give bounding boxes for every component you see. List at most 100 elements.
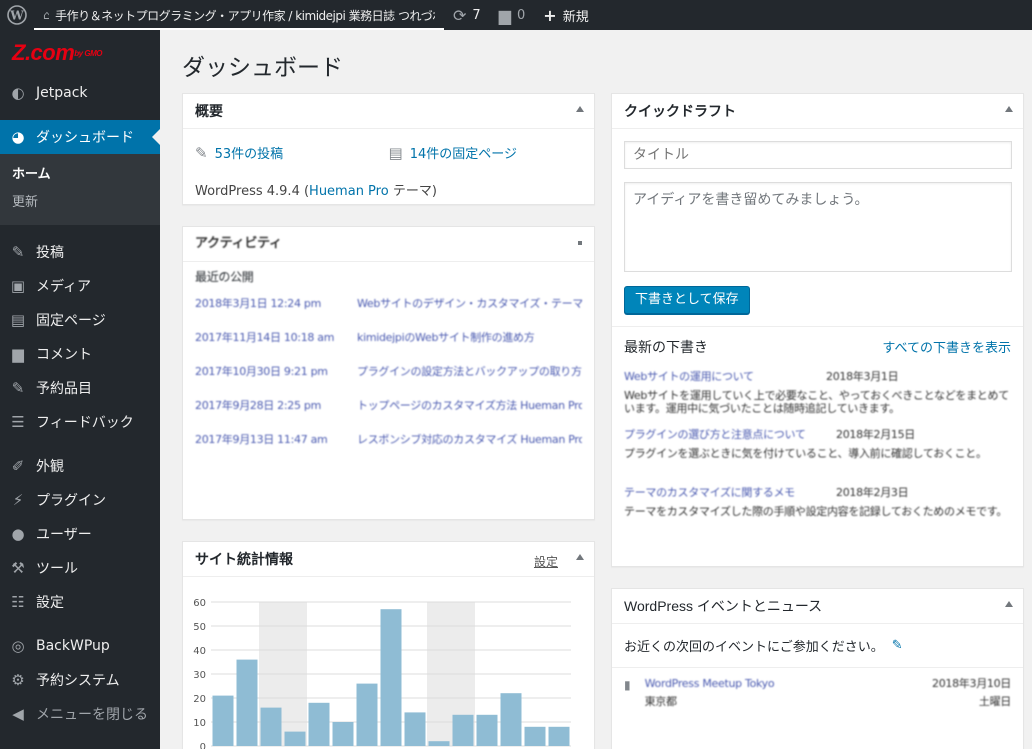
widget-title: サイト統計情報 — [195, 552, 293, 568]
menu-item-plugins[interactable]: ⚡ プラグイン — [0, 483, 160, 517]
updates-link[interactable]: ⟳ 7 — [444, 0, 490, 30]
y-tick-label: 20 — [193, 694, 206, 705]
brand-logo[interactable]: Z.com by GMO — [0, 30, 160, 76]
event-icon: ▮ — [624, 678, 631, 692]
page-icon: ▤ — [388, 143, 403, 162]
view-all-drafts-link[interactable]: すべての下書きを表示 — [882, 337, 1011, 357]
toggle-arrow-icon[interactable] — [576, 554, 584, 560]
draft-title-link[interactable]: プラグインの選び方と注意点について — [624, 429, 824, 441]
widget-header[interactable]: アクティビティ — [183, 227, 594, 262]
menu-item-media[interactable]: ▣ メディア — [0, 269, 160, 303]
user-icon: ● — [11, 525, 25, 543]
save-draft-button[interactable]: 下書きとして保存 — [624, 286, 750, 314]
pages-count-link[interactable]: ▤ 14件の固定ページ — [388, 143, 583, 163]
feedback-icon: ☰ — [11, 413, 25, 431]
activity-date: 2017年9月28日 2:25 pm — [195, 400, 321, 412]
stat-bar — [500, 693, 522, 746]
menu-item-pages[interactable]: ▤ 固定ページ — [0, 303, 160, 337]
activity-post-link[interactable]: kimidejpiのWebサイト制作の進め方 — [357, 332, 582, 344]
event-place: 東京都 — [644, 696, 677, 708]
wordpress-logo-icon[interactable]: W — [0, 0, 34, 30]
menu-item-comments[interactable]: ▆ コメント — [0, 337, 160, 371]
menu-item-users[interactable]: ● ユーザー — [0, 517, 160, 551]
draft-title-link[interactable]: Webサイトの運用について — [624, 371, 814, 383]
posts-count-link[interactable]: ✎ 53件の投稿 — [195, 143, 389, 163]
draft-date: 2018年3月1日 — [826, 371, 899, 383]
comment-icon: ▆ — [498, 5, 511, 25]
widget-header[interactable]: 概要 — [183, 94, 594, 129]
stat-bar — [404, 712, 426, 746]
menu-item-posts[interactable]: ✎ 投稿 — [0, 235, 160, 269]
submenu-item-updates[interactable]: 更新 — [0, 189, 160, 217]
activity-row: 2017年11月14日 10:18 am kimidejpiのWebサイト制作の… — [195, 332, 582, 344]
admin-bar: W ⌂ 手作り＆ネットプログラミング・アプリ作家 / kimidejpi 業務日… — [0, 0, 1032, 30]
y-tick-label: 60 — [193, 598, 206, 609]
toggle-arrow-icon[interactable] — [1005, 601, 1013, 607]
menu-item-tools[interactable]: ⚒ ツール — [0, 551, 160, 585]
menu-item-backwpup[interactable]: ◎ BackWPup — [0, 629, 160, 663]
pin-icon: ✎ — [195, 143, 208, 162]
widget-header[interactable]: サイト統計情報 設定 — [183, 542, 594, 577]
draft-item: テーマのカスタマイズに関するメモ 2018年2月3日 テーマをカスタマイズした際… — [624, 487, 1011, 531]
site-name-text: 手作り＆ネットプログラミング・アプリ作家 / kimidejpi 業務日誌 つれ… — [55, 8, 435, 23]
activity-post-link[interactable]: Webサイトのデザイン・カスタマイズ・テーマ関連の情報まとめ — [357, 298, 582, 310]
draft-content-textarea[interactable]: アイディアを書き留めてみましょう。 — [624, 182, 1012, 272]
menu-label: コメント — [36, 347, 92, 363]
settings-icon: ☷ — [11, 593, 25, 611]
version-suffix: テーマ) — [388, 184, 437, 199]
stat-bar — [284, 731, 306, 746]
menu-label: 外観 — [36, 459, 64, 475]
quick-draft-widget: クイックドラフト アイディアを書き留めてみましょう。 下書きとして保存 最新の下… — [611, 93, 1024, 567]
menu-label: ユーザー — [36, 527, 92, 543]
menu-item-appearance[interactable]: ✐ 外観 — [0, 449, 160, 483]
jetpack-icon: ◐ — [11, 84, 25, 102]
edit-location-icon[interactable]: ✎ — [892, 638, 903, 653]
at-a-glance-widget: 概要 ✎ 53件の投稿 ▤ 14件の固定ページ WordPress 4.9.4 … — [182, 93, 595, 205]
stats-settings-link[interactable]: 設定 — [534, 553, 558, 570]
activity-date: 2018年3月1日 12:24 pm — [195, 298, 321, 310]
menu-item-reservations[interactable]: ✎ 予約品目 — [0, 371, 160, 405]
menu-label: Jetpack — [36, 85, 88, 101]
collapse-icon: ◀ — [12, 705, 24, 723]
site-name-link[interactable]: ⌂ 手作り＆ネットプログラミング・アプリ作家 / kimidejpi 業務日誌 … — [34, 2, 444, 30]
stat-bar — [236, 659, 258, 746]
new-content-link[interactable]: + 新規 — [534, 0, 597, 30]
menu-label: 固定ページ — [36, 313, 106, 329]
menu-item-reservation-system[interactable]: ⚙ 予約システム — [0, 663, 160, 697]
site-stats-widget: サイト統計情報 設定 0 10 20 30 40 50 60 — [182, 541, 595, 749]
menu-item-settings[interactable]: ☷ 設定 — [0, 585, 160, 619]
widget-header[interactable]: クイックドラフト — [612, 94, 1023, 129]
dashboard-icon: ◕ — [11, 128, 25, 146]
menu-item-dashboard[interactable]: ◕ ダッシュボード — [0, 120, 160, 154]
menu-item-feedback[interactable]: ☰ フィードバック — [0, 405, 160, 439]
event-time: 土曜日 — [978, 696, 1011, 708]
activity-date: 2017年11月14日 10:18 am — [195, 332, 335, 344]
event-title-link[interactable]: WordPress Meetup Tokyo — [645, 678, 785, 690]
activity-post-link[interactable]: プラグインの設定方法とバックアップの取り方まとめ — [357, 366, 582, 378]
activity-row: 2017年9月28日 2:25 pm トップページのカスタマイズ方法 Huema… — [195, 400, 582, 412]
comments-link[interactable]: ▆ 0 — [490, 0, 535, 30]
stat-bar — [476, 714, 498, 746]
brand-suffix: by GMO — [74, 48, 102, 58]
recent-drafts-label: 最新の下書き — [624, 340, 708, 356]
collapse-menu-button[interactable]: ◀ メニューを閉じる — [0, 697, 160, 731]
submenu-item-home[interactable]: ホーム — [0, 161, 160, 189]
activity-post-link[interactable]: トップページのカスタマイズ方法 Hueman Pro — [357, 400, 582, 412]
toggle-arrow-icon[interactable] — [1005, 106, 1013, 112]
theme-link[interactable]: Hueman Pro — [309, 184, 389, 199]
page-icon: ▤ — [10, 311, 26, 329]
media-icon: ▣ — [10, 277, 26, 295]
draft-title-input[interactable] — [624, 141, 1012, 169]
draft-title-link[interactable]: テーマのカスタマイズに関するメモ — [624, 487, 824, 499]
toggle-arrow-icon[interactable] — [578, 241, 582, 245]
widget-header[interactable]: WordPress イベントとニュース — [612, 589, 1023, 624]
menu-item-jetpack[interactable]: ◐ Jetpack — [0, 76, 160, 110]
activity-post-link[interactable]: レスポンシブ対応のカスタマイズ Hueman Pro — [357, 434, 582, 446]
stat-bar — [332, 722, 354, 746]
updates-count: 7 — [472, 7, 481, 23]
wrench-icon: ⚒ — [11, 559, 25, 577]
toggle-arrow-icon[interactable] — [576, 106, 584, 112]
posts-count: 53件の投稿 — [214, 147, 284, 162]
new-label: 新規 — [562, 9, 589, 25]
plus-icon: + — [543, 5, 557, 25]
